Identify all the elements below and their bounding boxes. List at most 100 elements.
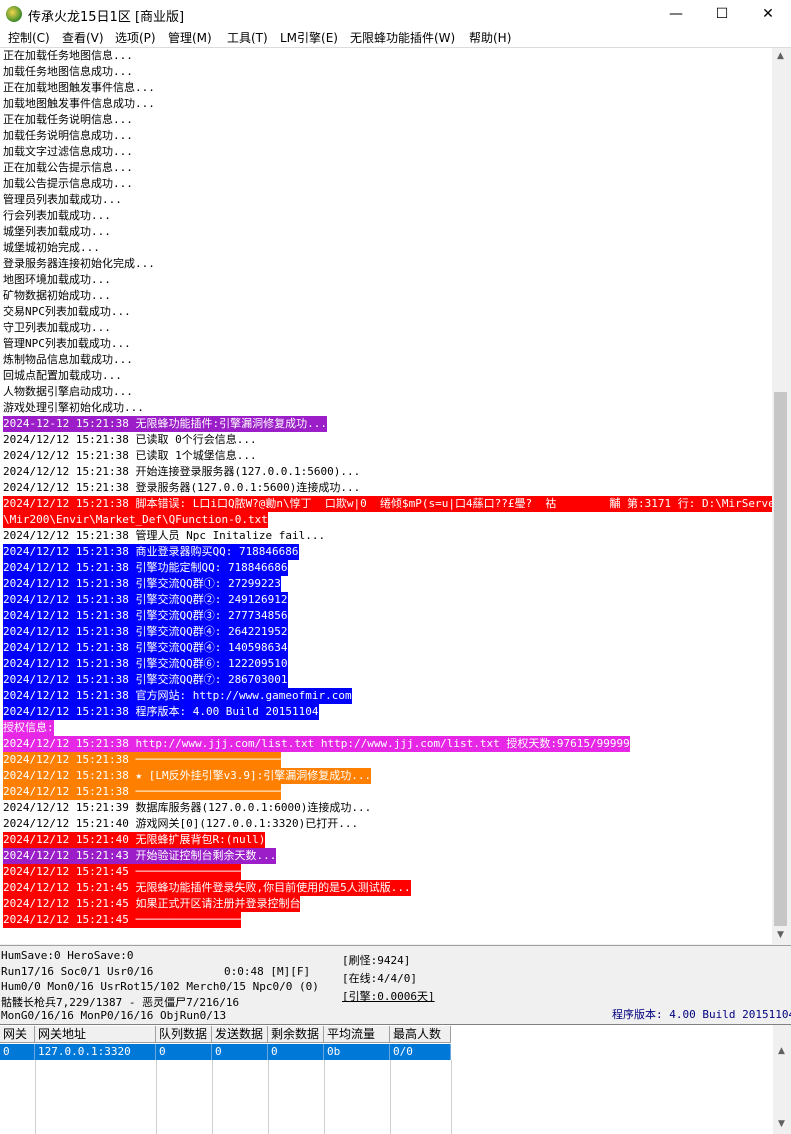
log-line: 正在加载公告提示信息... [3, 161, 133, 174]
menu-lm-engine[interactable]: LM引擎(E) [280, 29, 338, 46]
log-line: 2024/12/12 15:21:45 ──────────────── [3, 912, 242, 928]
log-line: 2024/12/12 15:21:40 游戏网关[0](127.0.0.1:33… [3, 817, 359, 830]
status-uptime: 0:0:48 [M][F] [224, 965, 311, 978]
log-line: 2024/12/12 15:21:45 无限蜂功能插件登录失败,你目前使用的是5… [3, 880, 411, 896]
log-line: 管理员列表加载成功... [3, 193, 122, 206]
log-line: 2024/12/12 15:21:38 管理人员 Npc Initalize f… [3, 529, 326, 542]
log-line: 2024-12-12 15:21:38 无限蜂功能插件:引擎漏洞修复成功... [3, 416, 327, 432]
log-scrollbar[interactable]: ▲ ▼ [772, 48, 789, 944]
log-line: \Mir200\Envir\Market_Def\QFunction-0.txt [3, 512, 268, 528]
log-line: 2024/12/12 15:21:38 引擎交流QQ群④: 264221952 [3, 624, 288, 640]
log-line: 2024/12/12 15:21:38 脚本错误: L口i口Q脓W?@勷n\惇丁… [3, 496, 772, 512]
menu-plugin[interactable]: 无限蜂功能插件(W) [350, 29, 455, 46]
log-line: 2024/12/12 15:21:38 ────────────────────… [3, 784, 282, 800]
status-save: HumSave:0 HeroSave:0 [1, 949, 134, 962]
grid-line [390, 1060, 391, 1134]
log-line: 2024/12/12 15:21:45 如果正式开区请注册并登录控制台 [3, 896, 301, 912]
status-hum: Hum0/0 Mon0/16 UsrRot15/102 Merch0/15 Np… [1, 980, 319, 993]
app-icon [6, 6, 22, 22]
log-line: 加载任务地图信息成功... [3, 65, 133, 78]
menu-view[interactable]: 查看(V) [62, 29, 104, 46]
menu-help[interactable]: 帮助(H) [469, 29, 511, 46]
log-line: 管理NPC列表加载成功... [3, 337, 131, 350]
grid-line [451, 1060, 452, 1134]
status-online: [在线:4/4/0] [342, 972, 417, 985]
col-header-max-users[interactable]: 最高人数 [390, 1026, 451, 1043]
log-line: 2024/12/12 15:21:38 已读取 1个城堡信息... [3, 449, 257, 462]
table-cell-sent[interactable]: 0 [212, 1044, 268, 1060]
menu-control[interactable]: 控制(C) [8, 29, 50, 46]
log-line: 2024/12/12 15:21:38 官方网站: http://www.gam… [3, 688, 352, 704]
grid-line [35, 1060, 36, 1134]
log-line: 加载公告提示信息成功... [3, 177, 133, 190]
grid-line [212, 1060, 213, 1134]
scroll-down-icon[interactable]: ▼ [772, 927, 789, 944]
log-line: 守卫列表加载成功... [3, 321, 111, 334]
log-line: 2024/12/12 15:21:40 无限蜂扩展背包R:(null) [3, 832, 266, 848]
log-line: 行会列表加载成功... [3, 209, 111, 222]
maximize-button[interactable]: ☐ [699, 0, 745, 28]
log-line: 城堡城初始完成... [3, 241, 100, 254]
log-line: 2024/12/12 15:21:38 引擎交流QQ群⑥: 122209510 [3, 656, 288, 672]
table-scroll-up-icon[interactable]: ▲ [773, 1043, 790, 1060]
title-bar: 传承火龙15日1区 [商业版] — ☐ ✕ [0, 0, 791, 28]
log-line: 2024/12/12 15:21:45 ──────────────── [3, 864, 242, 880]
menu-tools[interactable]: 工具(T) [227, 29, 268, 46]
log-line: 加载任务说明信息成功... [3, 129, 133, 142]
log-line: 正在加载任务说明信息... [3, 113, 133, 126]
log-line: 2024/12/12 15:21:38 程序版本: 4.00 Build 201… [3, 704, 319, 720]
menu-options[interactable]: 选项(P) [115, 29, 156, 46]
col-header-address[interactable]: 网关地址 [35, 1026, 156, 1043]
col-header-traffic[interactable]: 平均流量 [324, 1026, 390, 1043]
log-line: 2024/12/12 15:21:38 引擎交流QQ群④: 140598634 [3, 640, 288, 656]
grid-line [268, 1060, 269, 1134]
col-header-sent[interactable]: 发送数据 [212, 1026, 268, 1043]
log-line: 2024/12/12 15:21:38 开始连接登录服务器(127.0.0.1:… [3, 465, 361, 478]
log-line: 交易NPC列表加载成功... [3, 305, 131, 318]
grid-line [156, 1060, 157, 1134]
close-button[interactable]: ✕ [745, 0, 791, 28]
log-line: 授权信息: [3, 720, 54, 736]
log-line: 2024/12/12 15:21:38 引擎交流QQ群②: 249126912 [3, 592, 288, 608]
log-line: 2024/12/12 15:21:43 开始验证控制台剩余天数... [3, 848, 277, 864]
status-monster: 骷髅长枪兵7,229/1387 - 恶灵僵尸7/216/16 [1, 996, 240, 1009]
table-cell-queue[interactable]: 0 [156, 1044, 212, 1060]
log-line: 城堡列表加载成功... [3, 225, 111, 238]
scroll-thumb[interactable] [774, 392, 787, 926]
minimize-button[interactable]: — [653, 0, 699, 28]
table-cell-max-users[interactable]: 0/0 [390, 1044, 451, 1060]
log-line: 矿物数据初始成功... [3, 289, 111, 302]
status-refresh: [刷怪:9424] [342, 954, 411, 967]
log-line: 2024/12/12 15:21:38 商业登录器购买QQ: 718846686 [3, 544, 299, 560]
log-line: 加载地图触发事件信息成功... [3, 97, 155, 110]
log-line: 正在加载地图触发事件信息... [3, 81, 155, 94]
table-scrollbar[interactable]: ▲ ▼ [773, 1024, 791, 1134]
log-line: 正在加载任务地图信息... [3, 49, 133, 62]
table-cell-address[interactable]: 127.0.0.1:3320 [35, 1044, 156, 1060]
status-engine: [引擎:0.0006天] [342, 990, 435, 1003]
log-panel[interactable]: 正在加载任务地图信息... 加载任务地图信息成功... 正在加载地图触发事件信息..… [0, 48, 772, 944]
log-line: 2024/12/12 15:21:38 引擎交流QQ群③: 277734856 [3, 608, 288, 624]
log-line: 炼制物品信息加载成功... [3, 353, 133, 366]
log-line: 游戏处理引擎初始化成功... [3, 401, 144, 414]
table-cell-remaining[interactable]: 0 [268, 1044, 324, 1060]
log-line: 2024/12/12 15:21:38 ★ [LM反外挂引擎v3.9]:引擎漏洞… [3, 768, 372, 784]
log-line: 2024/12/12 15:21:38 引擎交流QQ群①: 27299223 [3, 576, 281, 592]
menu-manage[interactable]: 管理(M) [168, 29, 212, 46]
table-scroll-down-icon[interactable]: ▼ [773, 1116, 790, 1133]
status-mong: MonG0/16/16 MonP0/16/16 ObjRun0/13 [1, 1009, 227, 1022]
log-line: 2024/12/12 15:21:39 数据库服务器(127.0.0.1:600… [3, 801, 372, 814]
col-header-remaining[interactable]: 剩余数据 [268, 1026, 324, 1043]
log-line: 2024/12/12 15:21:38 登录服务器(127.0.0.1:5600… [3, 481, 361, 494]
log-line: 人物数据引擎启动成功... [3, 385, 133, 398]
table-cell-traffic[interactable]: 0b [324, 1044, 390, 1060]
col-header-gateway[interactable]: 网关 [0, 1026, 35, 1043]
status-version: 程序版本: 4.00 Build 20151104 [612, 1008, 791, 1021]
scroll-up-icon[interactable]: ▲ [772, 48, 789, 65]
grid-line [324, 1060, 325, 1134]
log-line: 2024/12/12 15:21:38 ────────────────────… [3, 752, 282, 768]
col-header-queue[interactable]: 队列数据 [156, 1026, 212, 1043]
gateway-table[interactable]: 网关 网关地址 队列数据 发送数据 剩余数据 平均流量 最高人数 0 127.0… [0, 1024, 773, 1134]
log-line: 2024/12/12 15:21:38 引擎交流QQ群⑦: 286703001 [3, 672, 288, 688]
table-cell-gateway[interactable]: 0 [0, 1044, 35, 1060]
